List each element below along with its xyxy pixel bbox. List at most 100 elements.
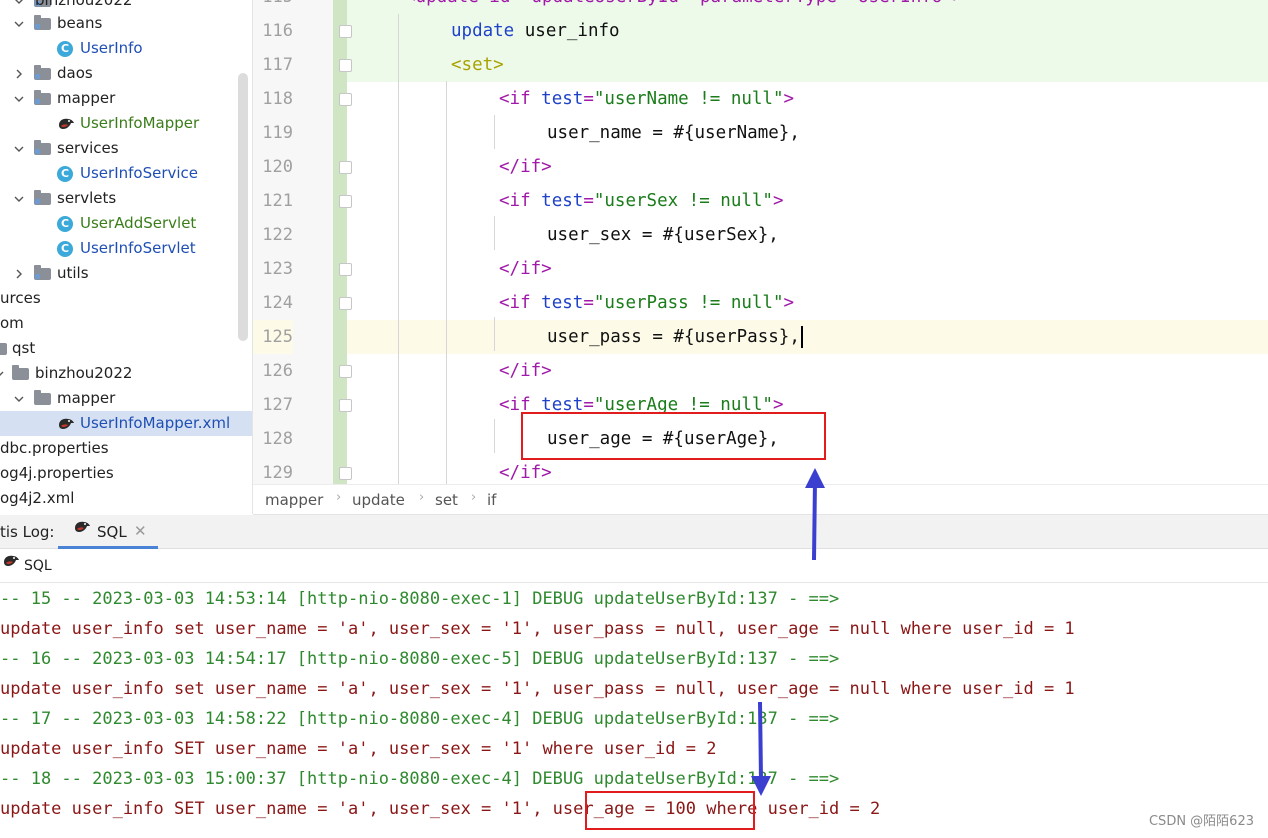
tree-scrollbar[interactable] (238, 73, 248, 341)
folder-icon (34, 65, 51, 80)
tree-item[interactable]: C UserInfoServlet (0, 236, 252, 261)
fold-marker-icon[interactable] (339, 195, 352, 208)
code-line[interactable]: <set> (347, 48, 1268, 82)
indent-guide (494, 419, 495, 453)
log-meta-line: -- 18 -- 2023-03-03 15:00:37 [http-nio-8… (0, 769, 840, 789)
tree-item-label: qst (12, 339, 36, 357)
code-token: test (541, 191, 584, 211)
fold-marker-icon[interactable] (339, 467, 352, 480)
folder-icon (34, 190, 51, 205)
fold-marker-icon[interactable] (339, 297, 352, 310)
chevron-right-icon[interactable] (12, 61, 26, 86)
code-line[interactable]: update user_info (347, 14, 1268, 48)
code-token: "userName != null" (593, 89, 784, 109)
log-sql-line: update user_info SET user_name = 'a', us… (0, 739, 717, 759)
code-token: user_pass = #{userPass}, (547, 327, 800, 347)
code-token: update (451, 21, 515, 41)
folder-icon (12, 365, 29, 380)
fold-marker-icon[interactable] (339, 263, 352, 276)
fold-marker-icon[interactable] (339, 161, 352, 174)
tree-item-label: UserAddServlet (80, 214, 197, 232)
tree-item-label: UserInfoService (80, 164, 199, 182)
line-number: 118 (262, 89, 293, 109)
fold-marker-icon[interactable] (339, 365, 352, 378)
tree-item[interactable]: mapper (0, 86, 252, 111)
code-token: test (541, 89, 584, 109)
code-token: test (541, 293, 584, 313)
breadcrumb-item[interactable]: set (435, 491, 458, 509)
tree-item[interactable]: daos (0, 61, 252, 86)
code-line[interactable]: <if test="userName != null"> (347, 82, 1268, 116)
fold-marker-icon[interactable] (339, 93, 352, 106)
project-tree: binzhou2022 beans C UserInfo daos mapper UserI… (0, 0, 252, 514)
java-class-icon: C (57, 41, 73, 57)
breadcrumb-item[interactable]: if (487, 491, 496, 509)
tree-item[interactable]: UserInfoMapper.xml (0, 411, 252, 436)
code-line[interactable]: </if> (347, 252, 1268, 286)
code-line[interactable]: user_name = #{userName}, (347, 116, 1268, 150)
tree-item[interactable]: urces (0, 286, 252, 311)
tree-item-label: daos (57, 64, 93, 82)
fold-marker-icon[interactable] (339, 59, 352, 72)
code-line[interactable]: </if> (347, 150, 1268, 184)
code-token: user_name = #{userName}, (547, 123, 800, 143)
code-line[interactable]: <if test="userPass != null"> (347, 286, 1268, 320)
chevron-down-icon[interactable] (0, 361, 6, 386)
tree-item[interactable]: C UserInfo (0, 36, 252, 61)
tree-item[interactable]: servlets (0, 186, 252, 211)
tree-item-label: urces (0, 289, 41, 307)
tree-item[interactable]: UserInfoMapper (0, 111, 252, 136)
folder-icon (34, 390, 51, 405)
code-token: = (583, 89, 594, 109)
tree-item[interactable]: binzhou2022 (0, 361, 252, 386)
mybatis-bird-icon (57, 115, 75, 131)
breadcrumb-item[interactable]: update (352, 491, 405, 509)
tree-item[interactable]: mapper (0, 386, 252, 411)
code-line[interactable]: user_pass = #{userPass}, (347, 320, 1268, 354)
tree-item-label: servlets (57, 189, 117, 207)
code-token: user_info (514, 21, 620, 41)
code-line[interactable]: <update id="updateUserById" parameterTyp… (347, 0, 1268, 14)
log-sql-line: update user_info set user_name = 'a', us… (0, 679, 1075, 699)
tree-item[interactable]: C UserAddServlet (0, 211, 252, 236)
java-class-icon: C (57, 166, 73, 182)
indent-guide (398, 14, 399, 484)
code-token: </if> (499, 259, 552, 279)
tab-sql[interactable]: SQL ✕ (58, 515, 158, 549)
code-token: <update id="updateUserById" parameterTyp… (405, 0, 963, 7)
tree-item[interactable]: beans (0, 11, 252, 36)
close-icon[interactable]: ✕ (134, 522, 147, 540)
chevron-down-icon[interactable] (12, 86, 26, 111)
tree-item[interactable]: og4j.properties (0, 461, 252, 486)
code-line[interactable]: <if test="userSex != null"> (347, 184, 1268, 218)
java-class-icon: C (57, 241, 73, 257)
code-line[interactable]: </if> (347, 354, 1268, 388)
chevron-down-icon[interactable] (12, 136, 26, 161)
tree-item[interactable]: dbc.properties (0, 436, 252, 461)
log-sub-label: SQL (24, 558, 52, 574)
tree-item[interactable]: qst (0, 336, 252, 361)
tree-item[interactable]: C UserInfoService (0, 161, 252, 186)
tree-item[interactable]: services (0, 136, 252, 161)
log-window-title: tis Log: (0, 523, 55, 541)
fold-marker-icon[interactable] (339, 399, 352, 412)
code-line[interactable]: user_sex = #{userSex}, (347, 218, 1268, 252)
highlight-box-user-age-sql (585, 791, 755, 830)
folder-icon (34, 90, 51, 105)
tree-item[interactable]: utils (0, 261, 252, 286)
log-tool-window-header: tis Log: SQL ✕ (0, 515, 1268, 549)
breadcrumb-item[interactable]: mapper (265, 491, 323, 509)
code-token: <if (499, 89, 542, 109)
watermark: CSDN @陌陌623 (1148, 814, 1254, 829)
tree-item[interactable]: om (0, 311, 252, 336)
chevron-down-icon[interactable] (12, 186, 26, 211)
line-number: 119 (262, 123, 293, 143)
line-number: 129 (262, 463, 293, 483)
chevron-down-icon[interactable] (12, 11, 26, 36)
chevron-right-icon[interactable] (12, 261, 26, 286)
tree-item[interactable]: og4j2.xml (0, 486, 252, 511)
folder-icon (0, 343, 7, 355)
chevron-down-icon[interactable] (12, 386, 26, 411)
fold-marker-icon[interactable] (339, 25, 352, 38)
down-arrow-annotation (751, 701, 771, 796)
